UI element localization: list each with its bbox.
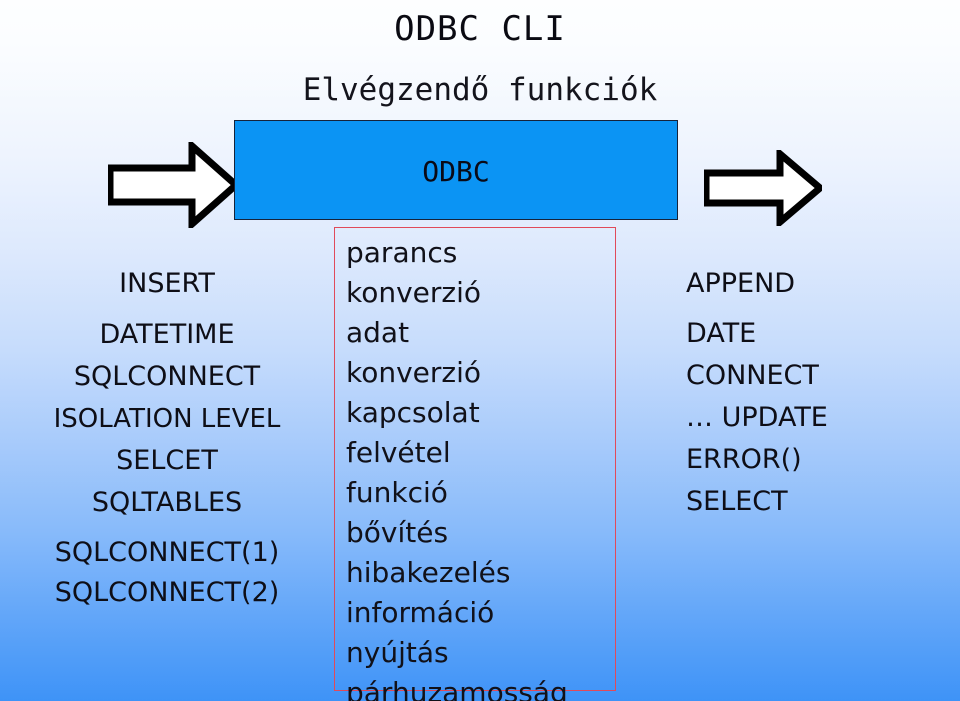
page-title: ODBC CLI bbox=[394, 9, 566, 49]
list-item: parancs bbox=[346, 236, 458, 269]
list-item: kapcsolat bbox=[346, 396, 480, 429]
list-item: DATETIME bbox=[99, 319, 235, 350]
list-item: CONNECT bbox=[686, 360, 819, 391]
list-item: információ bbox=[346, 596, 495, 629]
list-item: hibakezelés bbox=[346, 556, 511, 589]
odbc-box-label: ODBC bbox=[422, 155, 490, 188]
right-column: APPEND DATE CONNECT … UPDATE ERROR() SEL… bbox=[686, 263, 960, 523]
list-item: APPEND bbox=[686, 268, 796, 299]
list-item: … UPDATE bbox=[686, 402, 828, 433]
page-subtitle: Elvégzendő funkciók bbox=[302, 72, 658, 108]
list-item: ERROR() bbox=[686, 444, 802, 475]
list-item: konverzió bbox=[346, 276, 482, 309]
list-item: funkció bbox=[346, 476, 448, 509]
list-item: SELECT bbox=[686, 486, 788, 517]
list-item: nyújtás bbox=[346, 636, 449, 669]
odbc-box: ODBC bbox=[234, 120, 678, 220]
list-item: párhuzamosság bbox=[346, 676, 568, 701]
list-item: felvétel bbox=[346, 436, 451, 469]
list-item: SQLCONNECT(2) bbox=[54, 577, 280, 608]
list-item: adat bbox=[346, 316, 410, 349]
list-item: SELCET bbox=[116, 445, 218, 476]
list-item: DATE bbox=[686, 318, 757, 349]
list-item: SQLCONNECT(1) bbox=[54, 537, 280, 568]
list-item: ISOLATION LEVEL bbox=[53, 404, 281, 434]
left-column: INSERT DATETIME SQLCONNECT ISOLATION LEV… bbox=[0, 263, 334, 613]
slide-canvas: ODBC CLI Elvégzendő funkciók ODBC INSERT… bbox=[0, 0, 960, 701]
list-item: SQLTABLES bbox=[91, 487, 243, 518]
right-arrow-icon bbox=[702, 146, 826, 230]
left-arrow-icon bbox=[106, 138, 242, 232]
list-item: bővítés bbox=[346, 516, 449, 549]
list-item: INSERT bbox=[119, 268, 215, 299]
center-function-list: parancs konverzió adat konverzió kapcsol… bbox=[334, 227, 616, 701]
list-item: SQLCONNECT bbox=[73, 361, 261, 392]
list-item: konverzió bbox=[346, 356, 482, 389]
